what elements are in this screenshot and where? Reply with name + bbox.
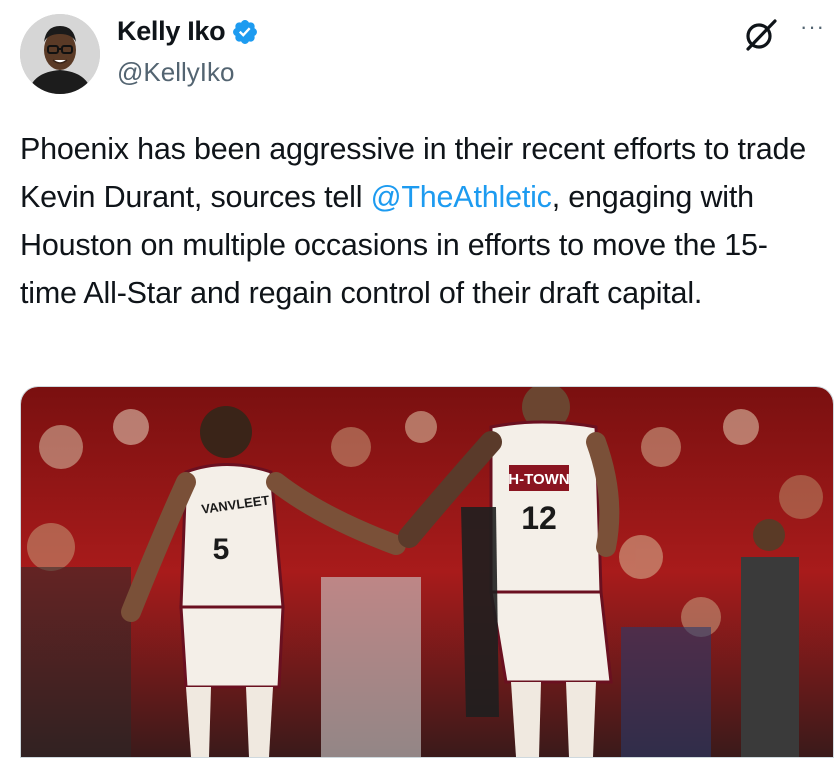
tweet-media-photo[interactable]: VANVLEET 5 H-TOWN 12	[20, 386, 834, 758]
author-display-name[interactable]: Kelly Iko	[117, 16, 226, 47]
verified-badge-icon	[233, 19, 258, 44]
tweet-text: Phoenix has been aggressive in their rec…	[20, 125, 820, 317]
more-horizontal-icon[interactable]: ···	[800, 14, 825, 40]
mention-link[interactable]: @TheAthletic	[371, 180, 552, 214]
left-jersey-number: 5	[213, 533, 230, 566]
basketball-photo: VANVLEET 5 H-TOWN 12	[21, 387, 833, 757]
author-handle[interactable]: @KellyIko	[117, 57, 234, 88]
avatar-image	[20, 14, 100, 94]
author-name-row[interactable]: Kelly Iko	[117, 16, 259, 47]
right-jersey-wordmark: H-TOWN	[508, 471, 569, 488]
right-jersey-number: 12	[521, 500, 557, 536]
author-avatar[interactable]	[20, 14, 100, 94]
grok-icon[interactable]	[744, 18, 778, 52]
